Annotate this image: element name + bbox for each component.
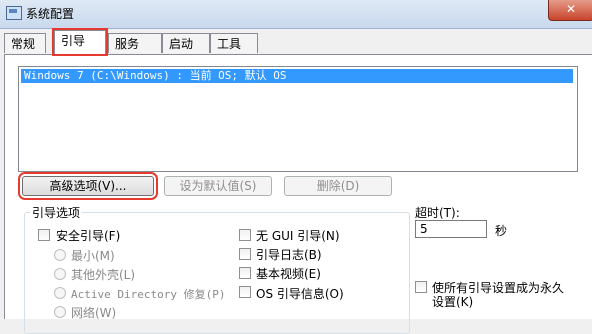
title-bar: 系统配置 ✕: [0, 0, 592, 29]
alternate-shell-radio[interactable]: [54, 268, 66, 280]
set-default-button[interactable]: 设为默认值(S): [164, 176, 272, 196]
base-video-checkbox[interactable]: [239, 267, 251, 279]
tab-tools[interactable]: 工具: [210, 33, 258, 53]
boot-log-checkbox[interactable]: [239, 248, 251, 260]
make-permanent-checkbox[interactable]: [415, 281, 427, 293]
boot-os-list[interactable]: Windows 7 (C:\Windows) : 当前 OS; 默认 OS: [18, 66, 578, 172]
alternate-shell-label: 其他外壳(L): [71, 268, 136, 282]
timeout-input[interactable]: 5: [415, 220, 487, 238]
delete-button[interactable]: 删除(D): [284, 176, 392, 196]
no-gui-boot-checkbox[interactable]: [239, 229, 251, 241]
os-boot-info-checkbox[interactable]: [239, 286, 251, 298]
tab-general[interactable]: 常规: [4, 33, 46, 53]
timeout-label: 超时(T):: [415, 206, 460, 220]
app-icon: [6, 6, 22, 20]
os-boot-info-label: OS 引导信息(O): [256, 287, 344, 301]
list-item[interactable]: Windows 7 (C:\Windows) : 当前 OS; 默认 OS: [21, 69, 573, 83]
advanced-options-button[interactable]: 高级选项(V)...: [18, 172, 158, 200]
boot-options-label: 引导选项: [30, 204, 83, 221]
timeout-unit: 秒: [495, 224, 508, 238]
no-gui-boot-label: 无 GUI 引导(N): [256, 229, 340, 243]
tab-startup[interactable]: 启动: [162, 33, 210, 53]
minimal-radio[interactable]: [54, 249, 66, 261]
active-directory-radio[interactable]: [54, 287, 66, 299]
base-video-label: 基本视频(E): [256, 267, 321, 281]
minimal-label: 最小(M): [71, 249, 115, 263]
boot-log-label: 引导日志(B): [256, 248, 322, 262]
safe-boot-checkbox[interactable]: [38, 229, 50, 241]
tab-boot[interactable]: 引导: [52, 28, 108, 56]
tab-services[interactable]: 服务: [108, 33, 162, 53]
close-button[interactable]: ✕: [548, 0, 592, 21]
active-directory-label: Active Directory 修复(P): [71, 288, 226, 301]
network-label: 网络(W): [71, 306, 117, 320]
window-title: 系统配置: [26, 7, 75, 21]
safe-boot-label: 安全引导(F): [56, 229, 121, 243]
make-permanent-label-line2: 设置(K): [432, 295, 474, 309]
network-radio[interactable]: [54, 306, 66, 318]
